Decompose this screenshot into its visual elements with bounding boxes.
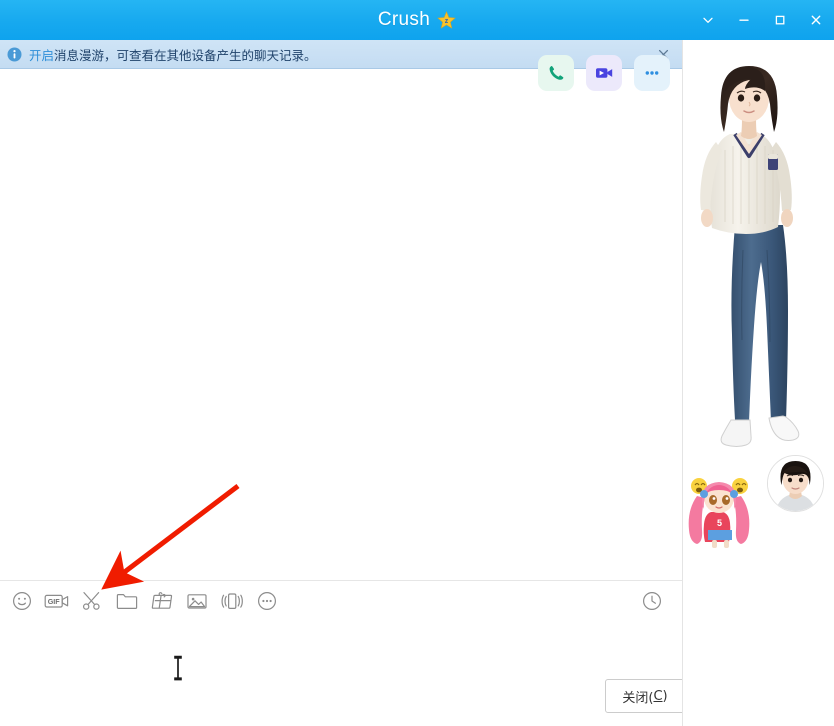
minimize-button[interactable] [726, 0, 762, 40]
qq-show-character-illustration [683, 50, 834, 520]
gift-button[interactable] [146, 585, 178, 617]
close-button-accesskey: C [653, 689, 662, 704]
chat-column: GIF [0, 40, 682, 726]
voice-call-button[interactable] [538, 55, 574, 91]
window-title: Crush [378, 9, 430, 31]
composer-toolbar-right [636, 585, 668, 617]
user-profile-avatar[interactable] [767, 455, 824, 512]
title-bar: Crush z [0, 0, 834, 40]
window-controls [690, 0, 834, 40]
close-button[interactable] [798, 0, 834, 40]
text-caret-icon [172, 655, 184, 686]
gif-button[interactable]: GIF [41, 585, 73, 617]
composer-tool-icons: GIF [6, 585, 283, 617]
chat-action-buttons [538, 55, 670, 91]
qq-show-panel: 5 [682, 40, 834, 726]
file-button[interactable] [111, 585, 143, 617]
close-button-label-suffix: ) [663, 689, 668, 704]
svg-text:5: 5 [717, 518, 722, 528]
emoji-button[interactable] [6, 585, 38, 617]
video-call-button[interactable] [586, 55, 622, 91]
chibi-pendant-illustration: 5 [683, 470, 757, 548]
shake-button[interactable] [216, 585, 248, 617]
collapse-button[interactable] [690, 0, 726, 40]
chat-history-button[interactable] [636, 585, 668, 617]
roaming-notice-text: 开启消息漫游，可查看在其他设备产生的聊天记录。 [29, 45, 317, 64]
message-input[interactable] [0, 621, 682, 711]
maximize-button[interactable] [762, 0, 798, 40]
composer-toolbar: GIF [0, 580, 682, 621]
qq-chat-window: Crush z [0, 0, 834, 726]
more-actions-button[interactable] [634, 55, 670, 91]
svg-text:GIF: GIF [48, 597, 61, 606]
close-button-label-prefix: 关闭( [622, 687, 653, 706]
star-badge-icon: z [437, 11, 456, 30]
screenshot-button[interactable] [76, 585, 108, 617]
roaming-notice-rest: 消息漫游，可查看在其他设备产生的聊天记录。 [54, 48, 317, 63]
image-button[interactable] [181, 585, 213, 617]
svg-text:z: z [445, 18, 449, 25]
close-chat-button[interactable]: 关闭(C) [605, 679, 685, 713]
more-tools-button[interactable] [251, 585, 283, 617]
info-icon [7, 47, 22, 62]
enable-roaming-link[interactable]: 开启 [29, 48, 54, 63]
message-list [0, 40, 682, 540]
